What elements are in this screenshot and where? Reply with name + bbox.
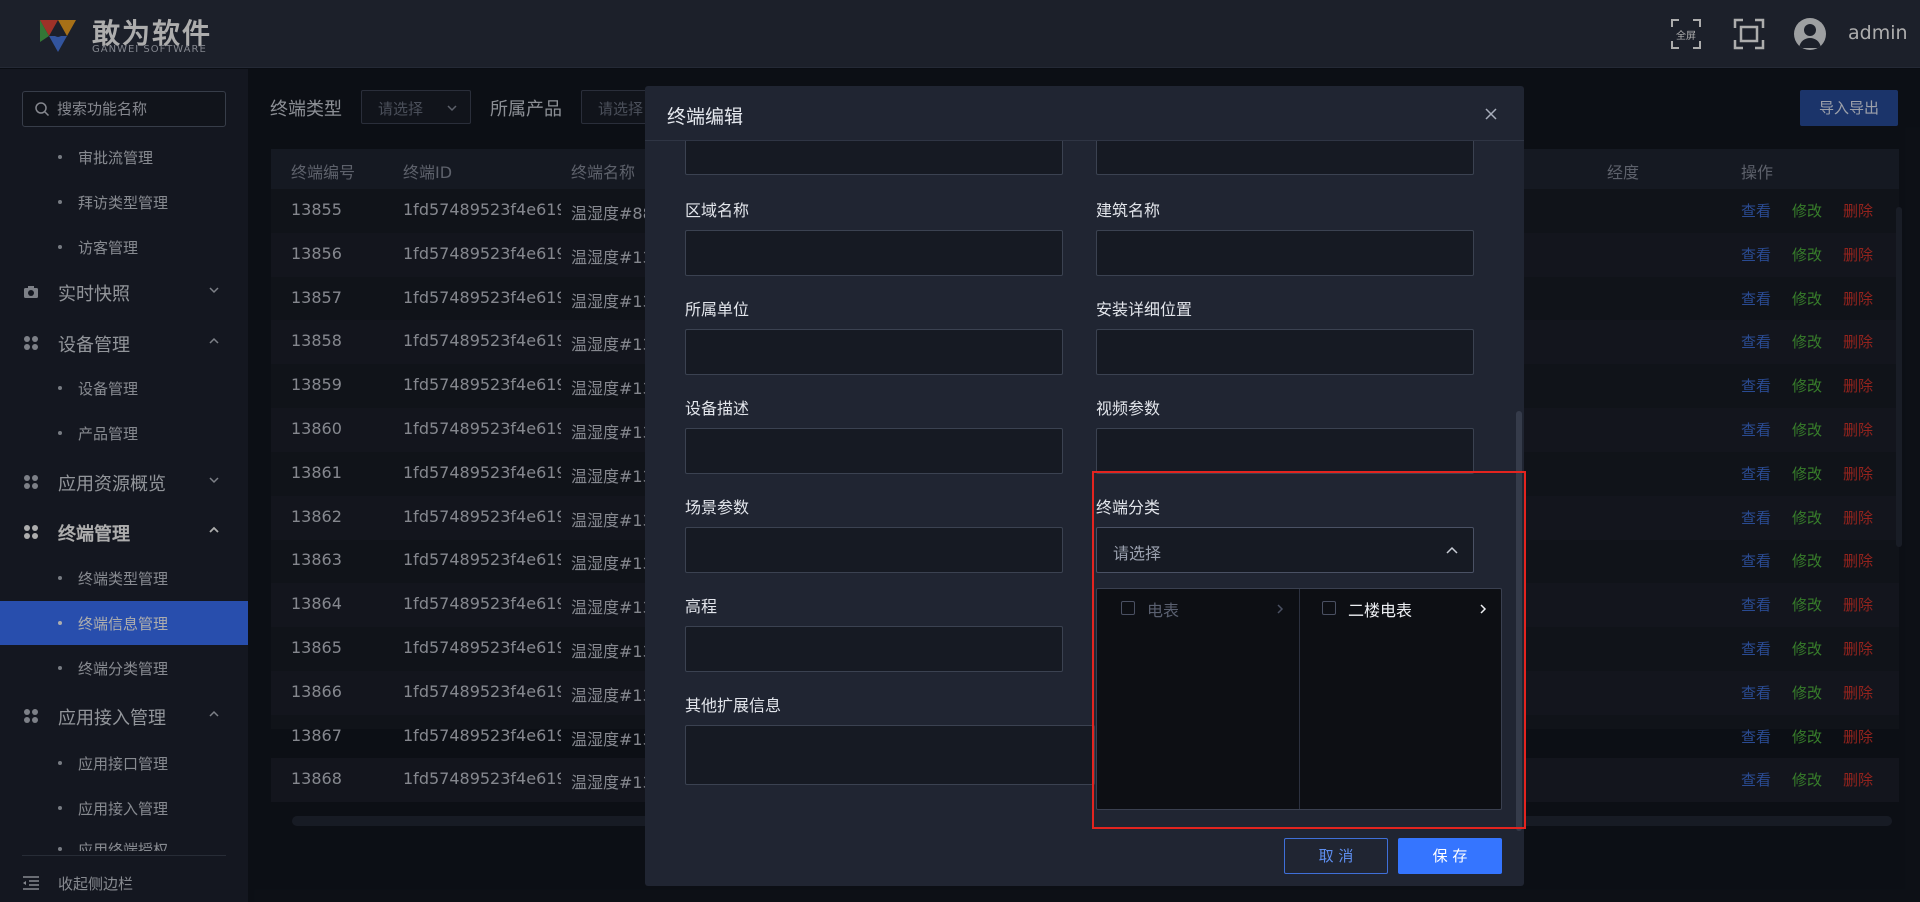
annotation-highlight-box [1092, 471, 1526, 829]
scene-params-label: 场景参数 [685, 498, 750, 517]
cancel-button[interactable]: 取 消 [1284, 838, 1388, 874]
dialog-title: 终端编辑 [667, 106, 744, 128]
area-name-label: 区域名称 [685, 201, 750, 220]
area-name-input[interactable] [685, 230, 1063, 276]
device-desc-input[interactable] [685, 428, 1063, 474]
extra-info-textarea[interactable] [685, 725, 1095, 785]
unit-label: 所属单位 [685, 300, 750, 319]
video-params-label: 视频参数 [1096, 399, 1161, 418]
elevation-label: 高程 [685, 597, 718, 616]
close-icon[interactable] [1483, 106, 1499, 122]
save-button[interactable]: 保 存 [1398, 838, 1502, 874]
building-name-label: 建筑名称 [1096, 201, 1161, 220]
building-name-input[interactable] [1096, 230, 1474, 276]
device-desc-label: 设备描述 [685, 399, 750, 418]
video-params-input[interactable] [1096, 428, 1474, 474]
unit-input[interactable] [685, 329, 1063, 375]
prev-field-left-input[interactable] [685, 141, 1063, 175]
elevation-input[interactable] [685, 626, 1063, 672]
install-location-label: 安装详细位置 [1096, 300, 1193, 319]
prev-field-right-input[interactable] [1096, 141, 1474, 175]
scene-params-input[interactable] [685, 527, 1063, 573]
install-location-input[interactable] [1096, 329, 1474, 375]
extra-info-label: 其他扩展信息 [685, 696, 782, 715]
